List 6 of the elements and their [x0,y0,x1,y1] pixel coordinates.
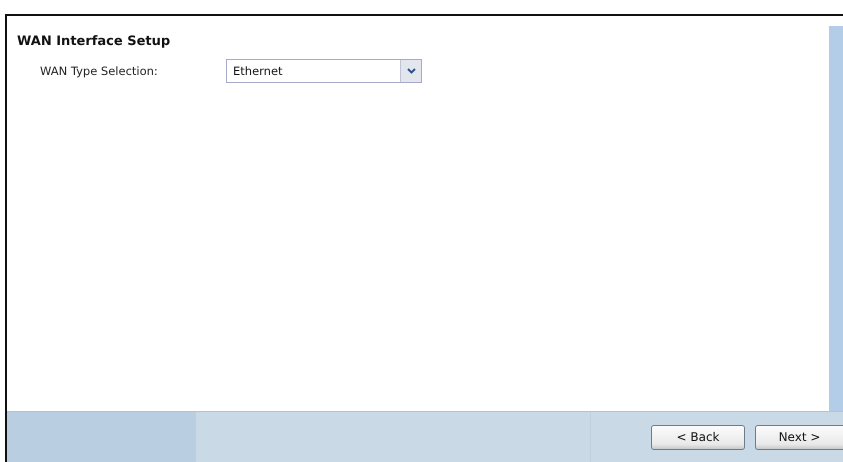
next-button[interactable]: Next > [755,424,843,450]
section-title: WAN Interface Setup [17,34,172,49]
field-label: WAN Type Selection: [40,64,159,78]
type-dropdown[interactable]: Ethernet [226,59,422,83]
chevron-down-icon [406,68,416,74]
back-button[interactable]: < Back [651,424,745,450]
